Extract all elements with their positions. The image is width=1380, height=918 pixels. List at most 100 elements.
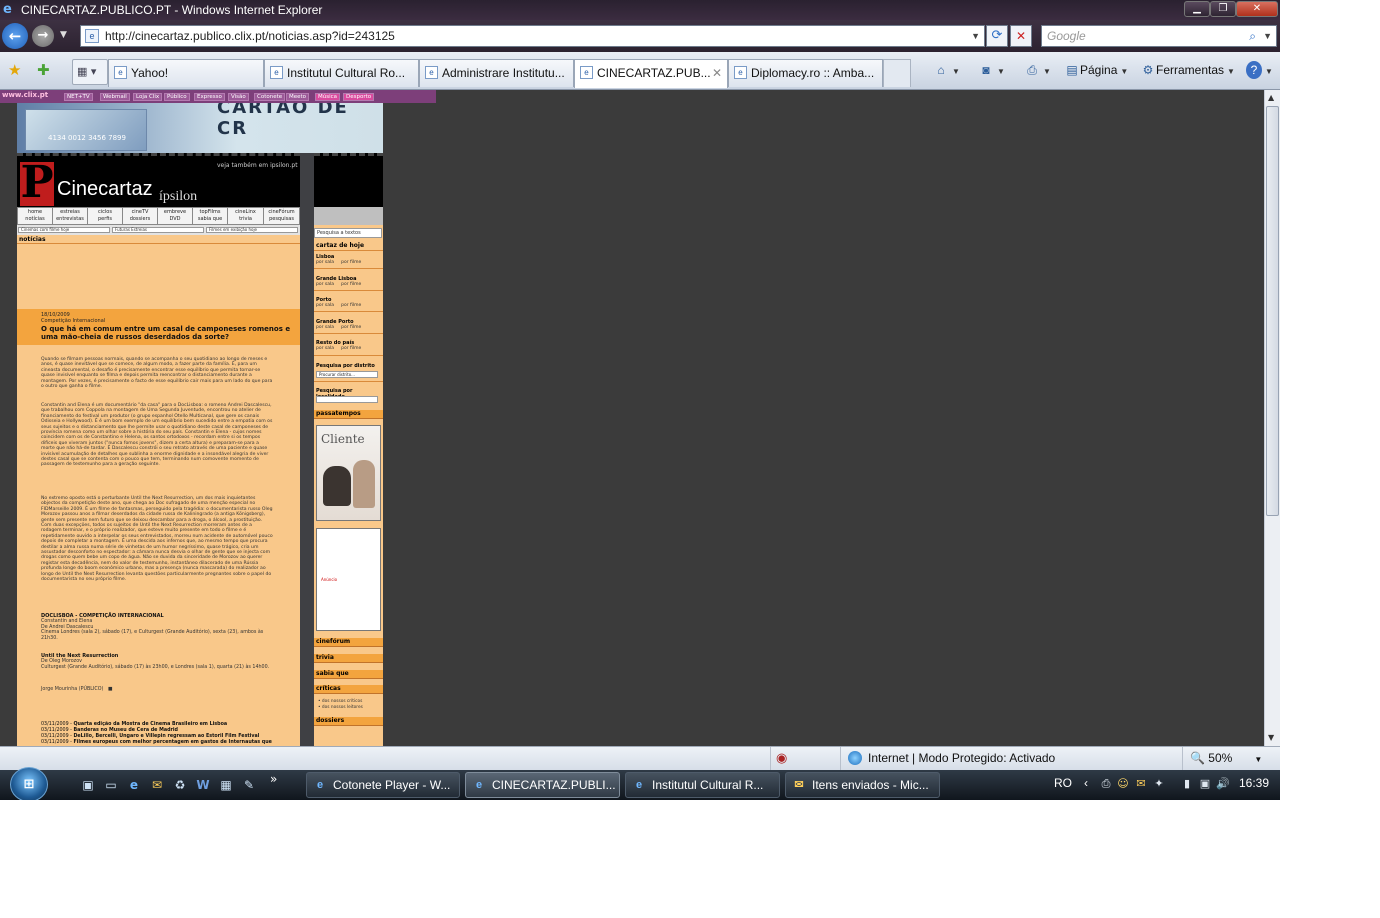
mail-tray-icon[interactable]: ✉ (1134, 777, 1148, 791)
ad-banner[interactable]: 4134 0012 3456 7899 CARTÃO DE CR (17, 103, 383, 153)
quicklaunch-more-icon[interactable]: » (270, 772, 277, 786)
word-icon[interactable]: W (195, 777, 211, 793)
search-dropdown-icon[interactable]: ▼ (1263, 26, 1272, 46)
favorites-star-icon[interactable]: ★ (8, 61, 21, 79)
menu-label[interactable]: notícias (18, 216, 52, 223)
sidebar-link-sabia-que[interactable]: sabia que (314, 670, 383, 679)
quick-select[interactable]: Futuras Estreias (112, 227, 204, 233)
menu-label[interactable]: cineFórum (264, 209, 299, 216)
by-room-link[interactable]: por sala (316, 282, 334, 287)
maximize-button[interactable]: ❐ (1210, 1, 1236, 17)
menu-label[interactable]: perfis (88, 216, 122, 223)
locality-input[interactable] (316, 396, 378, 403)
minimize-button[interactable]: ▁ (1184, 1, 1210, 17)
district-select[interactable]: Procurar distrito... (316, 371, 378, 378)
vertical-scrollbar[interactable]: ▲ ▼ (1264, 90, 1280, 746)
site-brand[interactable]: Cinecartaz (57, 178, 153, 201)
language-indicator[interactable]: RO (1054, 776, 1072, 790)
menu-item[interactable]: embreve DVD (158, 208, 193, 224)
related-title[interactable]: Quarta edição da Mostra de Cinema Brasil… (73, 722, 227, 727)
taskbar-button-cotonete[interactable]: e Cotonete Player - W... (306, 772, 460, 798)
clix-link[interactable]: Cotonete (254, 93, 286, 101)
network-tray-icon[interactable]: ✦ (1152, 777, 1166, 791)
stop-button[interactable]: ✕ (1010, 25, 1032, 47)
menu-label[interactable]: sabia que (193, 216, 227, 223)
by-film-link[interactable]: por filme (341, 260, 361, 265)
menu-label[interactable]: ciclos (88, 209, 122, 216)
calculator-icon[interactable]: ▦ (218, 777, 234, 793)
by-film-link[interactable]: por filme (341, 346, 361, 351)
search-icon[interactable]: ⌕ (1249, 26, 1256, 46)
sidebar-ad[interactable]: Anúncio (316, 528, 381, 631)
menu-item[interactable]: estreias entrevistas (53, 208, 88, 224)
tab-administrare[interactable]: e Administrare Institutu... (419, 59, 574, 87)
related-title[interactable]: Filmes europeus com melhor percentagem e… (73, 740, 271, 745)
clix-link[interactable]: Desporto (343, 93, 375, 101)
menu-label[interactable]: dossiers (123, 216, 157, 223)
taskbar-button-outlook[interactable]: ✉ Itens enviados - Mic... (785, 772, 940, 798)
close-button[interactable]: ✕ (1236, 1, 1278, 17)
recent-pages-dropdown-icon[interactable]: ▼ (60, 30, 67, 40)
add-favorite-icon[interactable]: ✚ (37, 61, 50, 79)
tab-diplomacy[interactable]: e Diplomacy.ro :: Amba... (728, 59, 883, 87)
passatempos-heading[interactable]: passatempos (314, 410, 383, 419)
clix-link[interactable]: Visão (228, 93, 249, 101)
menu-item[interactable]: cineTV dossiers (123, 208, 158, 224)
search-input[interactable]: Google ⌕ ▼ (1041, 25, 1277, 47)
address-bar[interactable]: e http://cinecartaz.publico.clix.pt/noti… (80, 25, 985, 47)
criticas-readers-link[interactable]: • dos nossos leitores (318, 705, 363, 710)
clix-logo[interactable]: www.clix.pt (2, 91, 48, 99)
by-film-link[interactable]: por filme (341, 303, 361, 308)
menu-item[interactable]: cineLinx trivia (228, 208, 264, 224)
sidebar-link-cineforum[interactable]: cinefórum (314, 638, 383, 647)
clock[interactable]: 16:39 (1239, 776, 1269, 790)
address-dropdown-icon[interactable]: ▼ (971, 26, 980, 46)
see-also-link[interactable]: veja também em ipsilon.pt (217, 162, 298, 169)
messenger-tray-icon[interactable]: ☺ (1116, 777, 1130, 791)
quick-select[interactable]: Cinemas com filme hoje (18, 227, 110, 233)
help-button[interactable]: ? ▼ (1246, 61, 1273, 81)
new-tab-button[interactable] (883, 59, 911, 87)
scrollbar-thumb[interactable] (1266, 106, 1279, 516)
tab-institutul[interactable]: e Institutul Cultural Ro... (264, 59, 419, 87)
tab-cinecartaz[interactable]: e CINECARTAZ.PUB... ✕ (574, 59, 728, 88)
mail-quicklaunch-icon[interactable]: ✉ (149, 777, 165, 793)
clix-link[interactable]: Meeto (286, 93, 310, 101)
security-zone[interactable]: Internet | Modo Protegido: Activado (848, 751, 1055, 765)
scroll-up-icon[interactable]: ▲ (1268, 93, 1274, 102)
clix-link[interactable]: Música (315, 93, 341, 101)
menu-label[interactable]: cineTV (123, 209, 157, 216)
by-film-link[interactable]: por filme (341, 325, 361, 330)
clix-link[interactable]: Webmail (100, 93, 130, 101)
sidebar-link-trivia[interactable]: trivia (314, 654, 383, 663)
feeds-button[interactable]: ◙ ▼ (978, 61, 1005, 81)
related-title[interactable]: Banderas no Museu de Cera de Madrid (73, 728, 178, 733)
movie-poster[interactable]: Cliente (316, 425, 381, 521)
volume-tray-icon[interactable]: 🔊 (1216, 777, 1230, 791)
by-film-link[interactable]: por filme (341, 282, 361, 287)
privacy-icon[interactable]: ◉ (776, 750, 787, 766)
print-button[interactable]: ⎙ ▼ (1024, 61, 1051, 81)
clix-link[interactable]: NET+TV (64, 93, 93, 101)
printer-tray-icon[interactable]: ⎙ (1099, 777, 1113, 791)
menu-item[interactable]: topFilms sabia que (193, 208, 228, 224)
menu-label[interactable]: estreias (53, 209, 87, 216)
ie-quicklaunch-icon[interactable]: e (126, 777, 142, 793)
clix-link[interactable]: Expresso (194, 93, 225, 101)
tab-yahoo[interactable]: e Yahoo! (108, 59, 264, 87)
quick-tabs-button[interactable]: ▦ ▾ (72, 59, 108, 85)
refresh-button[interactable]: ⟳ (986, 25, 1008, 47)
text-search-input[interactable]: Pesquisa a textos (314, 228, 382, 238)
start-button[interactable]: ⊞ (10, 767, 48, 800)
criticas-critics-link[interactable]: • dos nossos críticos (318, 699, 362, 704)
forward-button[interactable]: → (32, 25, 54, 47)
tool-icon[interactable]: ✎ (241, 777, 257, 793)
home-button[interactable]: ⌂ ▼ (933, 61, 960, 81)
tab-close-icon[interactable]: ✕ (712, 60, 722, 86)
recycle-icon[interactable]: ♻ (172, 777, 188, 793)
show-desktop-icon[interactable]: ▣ (80, 777, 96, 793)
menu-item[interactable]: home notícias (18, 208, 53, 224)
menu-label[interactable]: entrevistas (53, 216, 87, 223)
tray-expand-icon[interactable]: ‹ (1084, 776, 1088, 790)
back-button[interactable]: ← (2, 23, 28, 49)
